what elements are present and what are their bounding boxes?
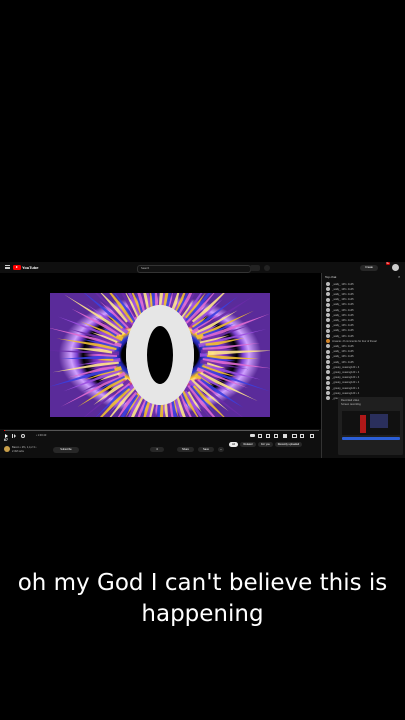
avatar[interactable] — [392, 264, 399, 271]
like-button[interactable]: 4 — [150, 447, 164, 452]
embedded-screen: YouTube Search Create 9+ • 1:00:43 67 Ba… — [0, 262, 405, 458]
chat-message-text: _wally_ 145 • 1145 — [332, 308, 354, 312]
chat-avatar[interactable] — [326, 297, 330, 302]
mini-video-window — [370, 414, 388, 428]
chat-header[interactable]: Top chat — [325, 275, 336, 279]
search-input[interactable]: Search — [137, 264, 251, 273]
youtube-logo-icon[interactable] — [13, 264, 21, 270]
create-button[interactable]: Create — [360, 264, 378, 271]
chat-message-text: _greaty_ceasing123 • 4 — [332, 370, 360, 374]
countdown-ring — [126, 305, 194, 405]
chat-message-text: _wally_ 145 • 1145 — [332, 298, 354, 302]
chat-message-text: _wally_ 145 • 1145 — [332, 282, 354, 286]
burst-spike — [207, 350, 270, 356]
search-icon[interactable] — [250, 264, 260, 271]
caption-text: oh my God I can't believe this is happen… — [17, 570, 388, 627]
chat-avatar[interactable] — [326, 380, 330, 385]
chip-recently-uploaded[interactable]: Recently uploaded — [275, 442, 302, 447]
chat-avatar[interactable] — [326, 354, 330, 359]
chat-avatar[interactable] — [326, 318, 330, 323]
chip-related[interactable]: Related — [240, 442, 256, 447]
mini-player-subtitle: Screen recording — [341, 403, 361, 406]
video-frame[interactable] — [50, 293, 270, 417]
chat-avatar[interactable] — [326, 323, 330, 328]
chat-message-text: _wally_ 145 • 1145 — [332, 324, 354, 328]
chat-avatar[interactable] — [326, 313, 330, 318]
autoplay-toggle[interactable] — [250, 434, 255, 437]
chat-avatar[interactable] — [326, 375, 330, 380]
chat-message-text: Jovanie • 8 comments for four of these! — [332, 339, 378, 343]
chat-avatar[interactable] — [326, 328, 330, 333]
chat-message-text: _wally_ 145 • 1145 — [332, 350, 354, 354]
youtube-logo-text[interactable]: YouTube — [22, 265, 39, 270]
subscriber-count: 2.3M subs — [12, 450, 24, 453]
chat-avatar[interactable] — [326, 292, 330, 297]
channel-avatar[interactable] — [4, 446, 10, 452]
chat-message-text: _wally_ 145 • 1145 — [332, 318, 354, 322]
chat-avatar[interactable] — [326, 302, 330, 307]
channel-name[interactable]: Bacon • 2%, 1,4,2 3 • — [12, 446, 36, 449]
chip-all[interactable]: All — [229, 442, 238, 447]
close-icon[interactable]: × — [398, 275, 402, 279]
chat-message-text: _greaty_ceasing123 • 4 — [332, 365, 360, 369]
notification-badge: 9+ — [386, 262, 390, 265]
chat-message-text: _wally_ 145 • 1145 — [332, 329, 354, 333]
chat-avatar[interactable] — [326, 344, 330, 349]
video-info: 67 Bacon • 2%, 1,4,2 3 • 2.3M subs Subsc… — [0, 438, 321, 458]
chat-avatar[interactable] — [326, 339, 330, 344]
chat-avatar[interactable] — [326, 396, 330, 401]
chat-avatar[interactable] — [326, 308, 330, 312]
chat-message-text: _wally_ 145 • 1145 — [332, 360, 354, 364]
like-count: 4 — [156, 448, 158, 451]
chip-for-you[interactable]: For you — [258, 442, 273, 447]
hamburger-menu-icon[interactable] — [5, 265, 10, 269]
chat-list: _wally_ 145 • 1145 _wally_ 145 • 1145 _wal… — [322, 282, 405, 402]
search-placeholder: Search — [141, 266, 150, 270]
microphone-icon[interactable] — [264, 264, 270, 271]
chat-avatar[interactable] — [326, 349, 330, 354]
chat-message-text: _wally_ 145 • 1145 — [332, 287, 354, 291]
progress-bar[interactable] — [4, 430, 319, 431]
chat-message-text: _wally_ 145 • 1145 — [332, 355, 354, 359]
time-display: • 1:00:43 — [36, 434, 47, 437]
chat-message-text: _wally_ 145 • 1145 — [332, 303, 354, 307]
mini-player-title: Recorded video — [341, 399, 360, 402]
chat-avatar[interactable] — [326, 360, 330, 364]
top-bar: YouTube Search Create 9+ — [0, 262, 405, 276]
video-title: 67 — [4, 438, 8, 442]
mini-video-figure — [360, 415, 366, 433]
subscribe-button[interactable]: Subscribe — [53, 447, 79, 453]
chat-avatar[interactable] — [326, 334, 330, 338]
mini-player[interactable]: Recorded video Screen recording — [338, 397, 403, 455]
progress-fill — [4, 430, 5, 431]
countdown-digit — [126, 305, 194, 405]
notification-bell-icon[interactable] — [383, 265, 388, 276]
chat-message-text: _wally_ 145 • 1145 — [332, 313, 354, 317]
chat-message-text: _wally_ 145 • 1145 — [332, 344, 354, 348]
chat-message-text: _wally_ 145 • 1145 — [332, 334, 354, 338]
chat-message-text: _wally_ 145 • 1145 — [332, 292, 354, 296]
video-player[interactable]: • 1:00:43 — [0, 273, 321, 438]
mini-player-video[interactable] — [342, 411, 400, 435]
save-button[interactable]: Save — [198, 447, 214, 452]
chat-avatar[interactable] — [326, 391, 330, 396]
chat-message-text: _greaty_ceasing123 • 4 — [332, 386, 360, 390]
more-icon[interactable]: ⋯ — [218, 447, 224, 452]
chat-avatar[interactable] — [326, 282, 330, 286]
chat-message-text: _greaty_ceasing123 • 4 — [332, 391, 360, 395]
chat-message-text: _greaty_ceasing123 • 4 — [332, 376, 360, 380]
share-button[interactable]: Share — [177, 447, 194, 452]
chat-message-text: _greaty_ceasing123 • 4 — [332, 381, 360, 385]
chat-avatar[interactable] — [326, 287, 330, 292]
mini-player-bar[interactable] — [342, 437, 400, 440]
chat-avatar[interactable] — [326, 370, 330, 375]
chat-avatar[interactable] — [326, 386, 330, 390]
chat-avatar[interactable] — [326, 365, 330, 370]
